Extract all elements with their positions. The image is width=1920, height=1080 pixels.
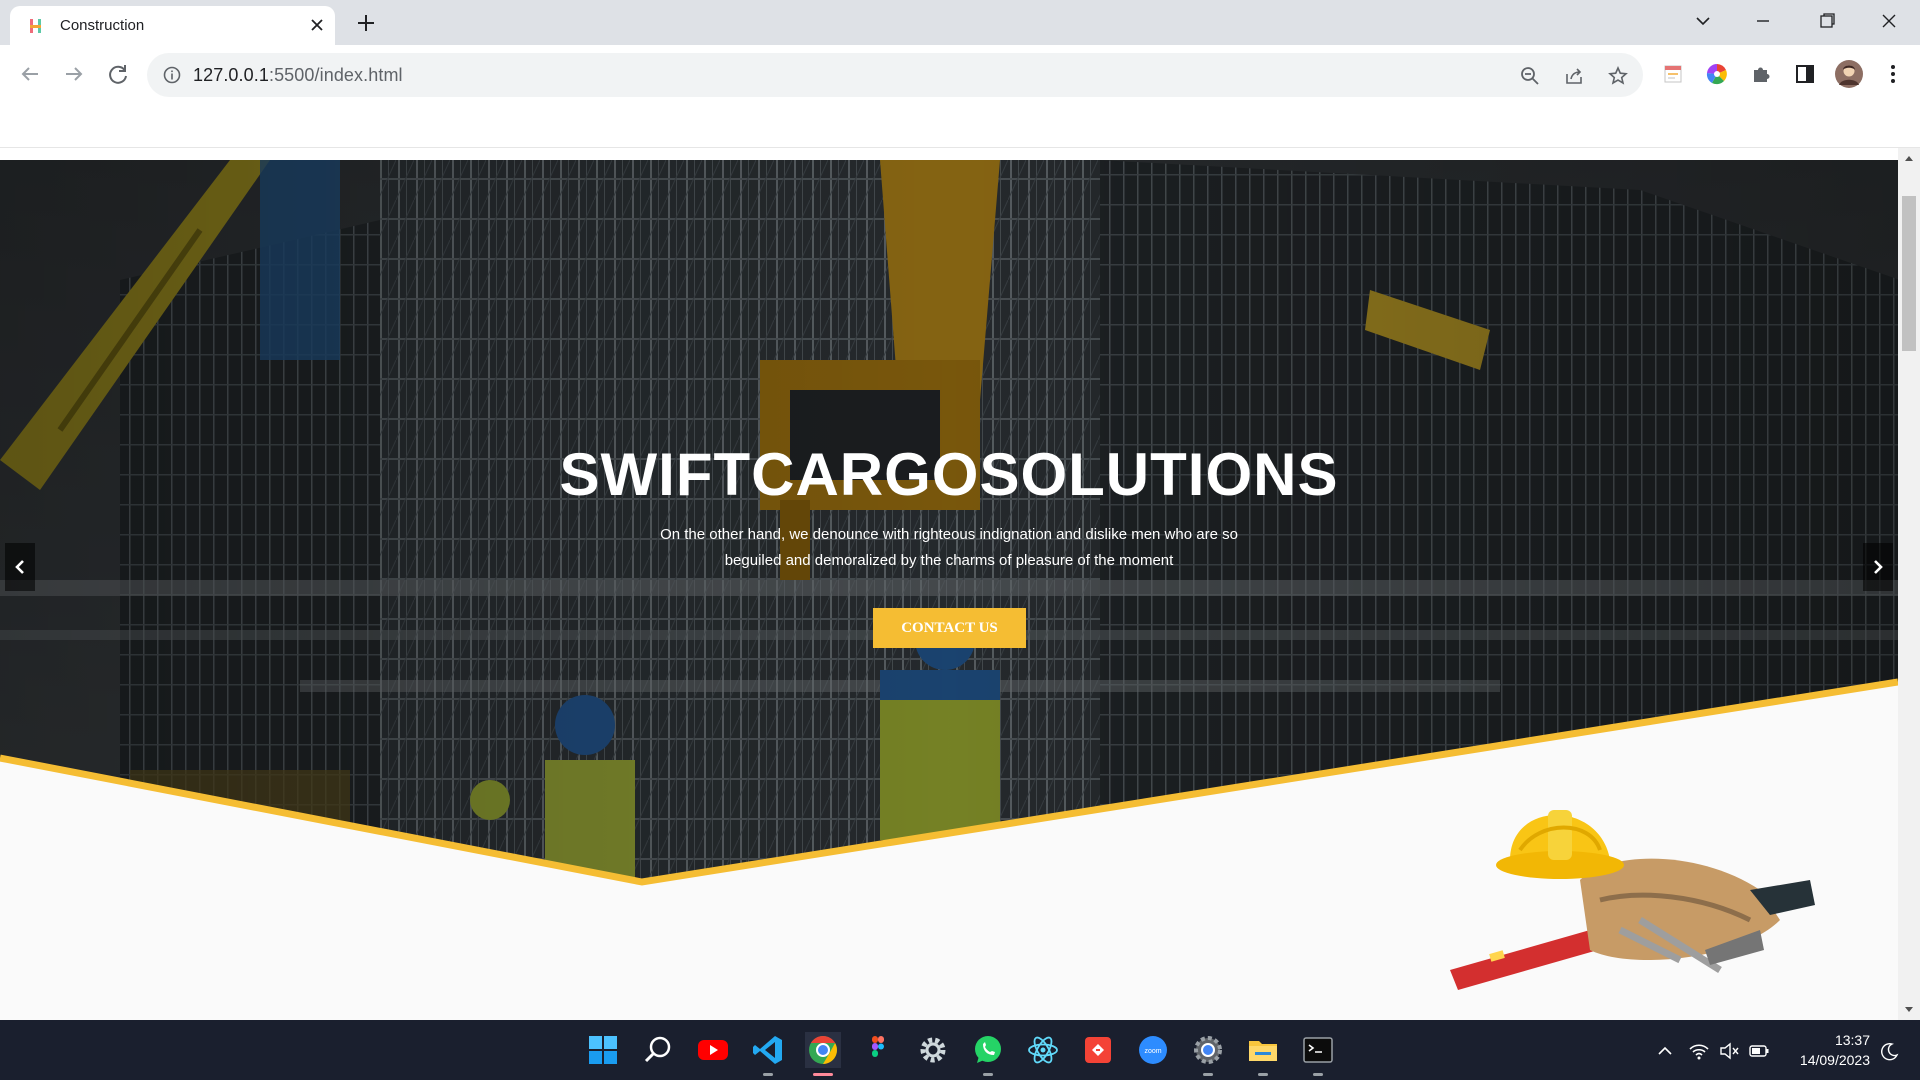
hero-subtitle-line-2: beguiled and demoralized by the charms o… — [724, 552, 1174, 569]
scroll-down-icon[interactable] — [1904, 1004, 1914, 1014]
profile-avatar[interactable] — [1834, 59, 1864, 89]
focus-moon-icon[interactable] — [1878, 1040, 1900, 1062]
browser-tab-strip: Construction — [0, 0, 1920, 45]
contact-us-button[interactable]: CONTACT US — [873, 608, 1026, 648]
back-icon[interactable] — [16, 60, 44, 88]
file-explorer-running-indicator — [1258, 1073, 1268, 1076]
chrome-settings-icon[interactable] — [1190, 1032, 1226, 1068]
reload-icon[interactable] — [104, 60, 132, 88]
windows-start-icon[interactable] — [585, 1032, 621, 1068]
clock-date: 14/09/2023 — [1799, 1052, 1870, 1068]
chrome-active-indicator — [813, 1073, 833, 1076]
hero-construction-image — [0, 160, 1898, 990]
whatsapp-running-indicator — [983, 1073, 993, 1076]
scroll-up-icon[interactable] — [1904, 154, 1914, 164]
address-bar[interactable]: 127.0.0.1:5500/index.html — [147, 53, 1643, 97]
site-header-strip — [0, 103, 1920, 148]
chevron-left-icon — [15, 560, 24, 574]
page-scrollbar[interactable] — [1898, 148, 1920, 1020]
windows-taskbar: zoom 13:37 14/09/2023 — [0, 1020, 1920, 1080]
settings-gear-icon[interactable] — [915, 1032, 951, 1068]
browser-tab[interactable]: Construction — [10, 6, 335, 45]
youtube-icon[interactable] — [695, 1032, 731, 1068]
zoom-app-icon[interactable]: zoom — [1135, 1032, 1171, 1068]
vscode-running-indicator — [763, 1073, 773, 1076]
carousel-next-button[interactable] — [1863, 543, 1893, 591]
side-panel-icon[interactable] — [1792, 61, 1818, 87]
tab-title: Construction — [60, 17, 145, 34]
page-viewport: SWIFTCARGOSOLUTIONS On the other hand, w… — [0, 160, 1898, 1020]
url-text[interactable]: 127.0.0.1:5500/index.html — [193, 65, 403, 86]
hero-subtitle-line-1: On the other hand, we denounce with righ… — [660, 526, 1238, 543]
minimize-icon[interactable] — [1748, 8, 1778, 34]
new-tab-icon[interactable] — [355, 12, 377, 34]
close-window-icon[interactable] — [1874, 8, 1904, 34]
tray-chevron-up-icon[interactable] — [1654, 1040, 1676, 1062]
volume-muted-icon[interactable] — [1718, 1040, 1740, 1062]
url-path: :5500/index.html — [268, 65, 403, 85]
react-icon[interactable] — [1025, 1032, 1061, 1068]
figma-icon[interactable] — [860, 1032, 896, 1068]
taskbar-clock[interactable]: 13:37 14/09/2023 — [1780, 1030, 1870, 1070]
hero-title: SWIFTCARGOSOLUTIONS — [559, 441, 1339, 508]
forward-icon[interactable] — [60, 60, 88, 88]
git-app-icon[interactable] — [1080, 1032, 1116, 1068]
scroll-thumb[interactable] — [1902, 196, 1916, 351]
tab-search-chevron-icon[interactable] — [1688, 8, 1718, 34]
share-icon[interactable] — [1563, 65, 1585, 87]
whatsapp-icon[interactable] — [970, 1032, 1006, 1068]
chrome-settings-running-indicator — [1203, 1073, 1213, 1076]
zoom-icon[interactable] — [1519, 65, 1541, 87]
wifi-icon[interactable] — [1688, 1040, 1710, 1062]
extension-calendar-icon[interactable] — [1660, 61, 1686, 87]
browser-toolbar: 127.0.0.1:5500/index.html — [0, 45, 1920, 103]
site-favicon-icon — [30, 19, 41, 33]
chrome-icon[interactable] — [805, 1032, 841, 1068]
close-tab-icon[interactable] — [308, 16, 326, 34]
battery-icon[interactable] — [1748, 1040, 1770, 1062]
hero-subtitle: On the other hand, we denounce with righ… — [649, 522, 1249, 574]
extensions-puzzle-icon[interactable] — [1748, 61, 1774, 87]
extension-color-picker-icon[interactable] — [1704, 61, 1730, 87]
vscode-icon[interactable] — [750, 1032, 786, 1068]
terminal-running-indicator — [1313, 1073, 1323, 1076]
terminal-icon[interactable] — [1300, 1032, 1336, 1068]
browser-menu-icon[interactable] — [1880, 61, 1906, 87]
restore-icon[interactable] — [1812, 8, 1842, 34]
svg-text:zoom: zoom — [1144, 1048, 1161, 1055]
file-explorer-icon[interactable] — [1245, 1032, 1281, 1068]
clock-time: 13:37 — [1834, 1032, 1870, 1048]
carousel-prev-button[interactable] — [5, 543, 35, 591]
bookmark-star-icon[interactable] — [1607, 65, 1629, 87]
url-host: 127.0.0.1 — [193, 65, 269, 85]
site-info-icon[interactable] — [163, 66, 181, 84]
search-icon[interactable] — [640, 1032, 676, 1068]
chevron-right-icon — [1874, 560, 1883, 574]
helmet-tools-illustration — [1450, 810, 1815, 990]
